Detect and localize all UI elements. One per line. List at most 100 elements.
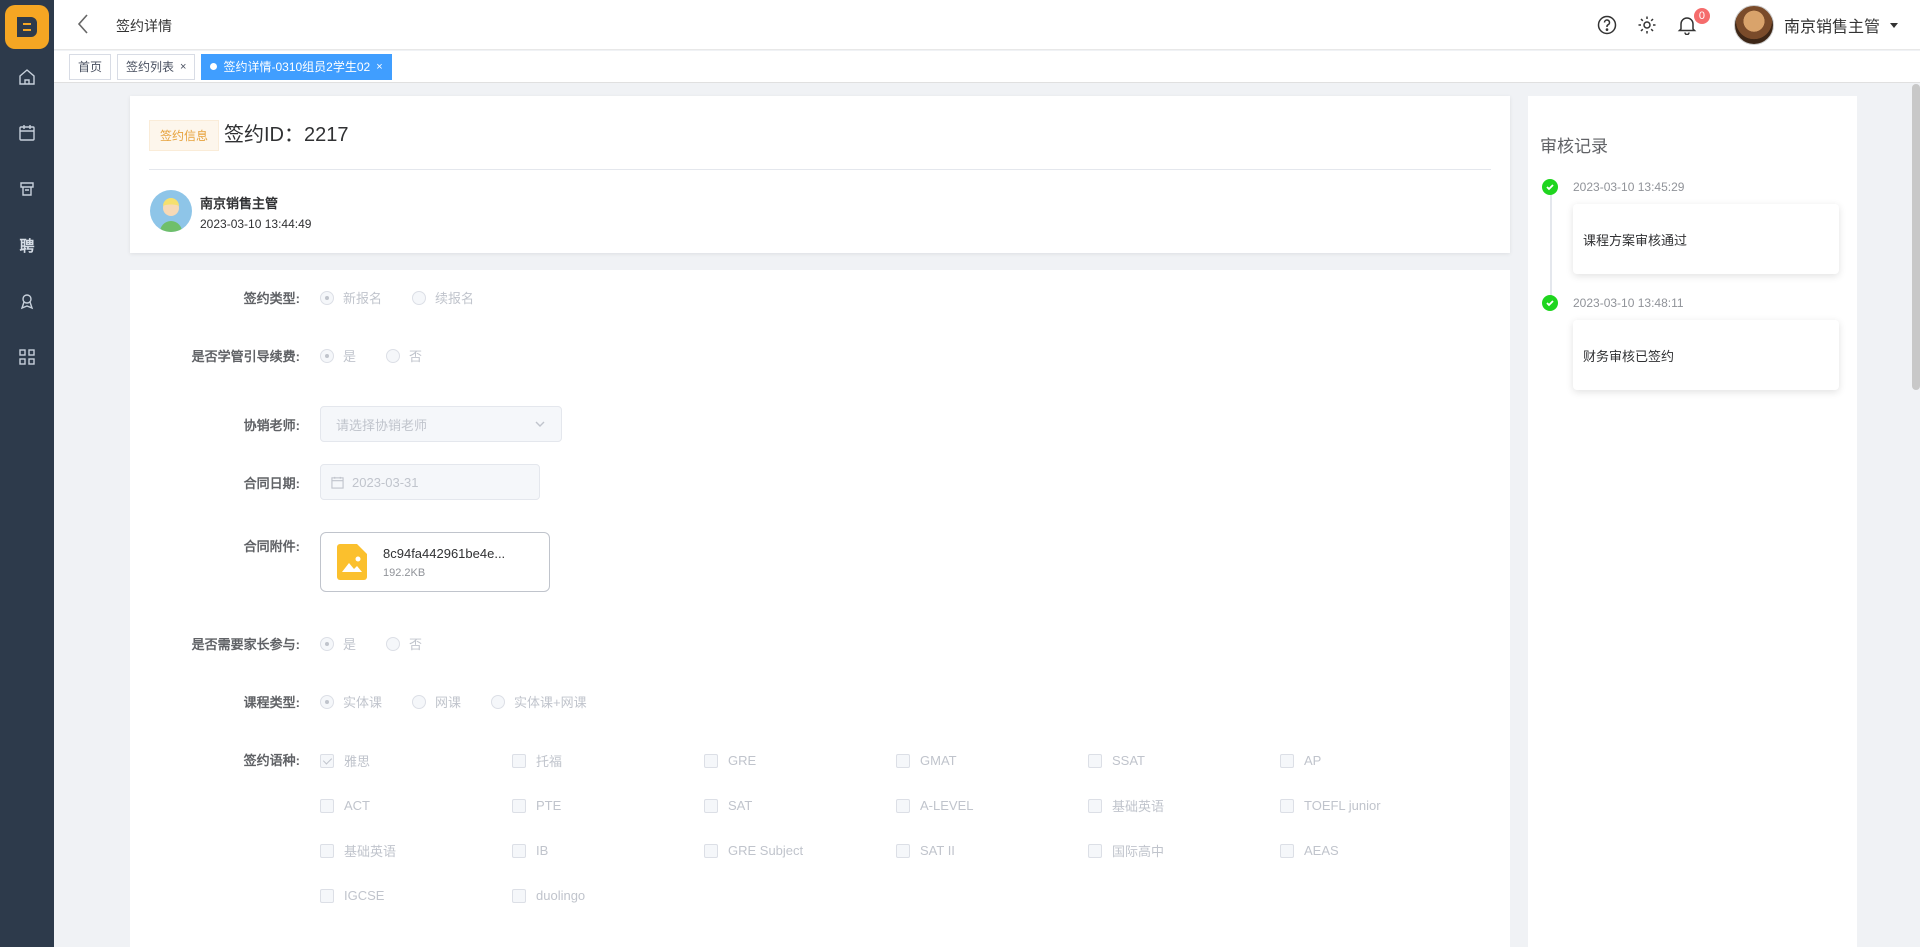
radio-hybrid[interactable]: 实体课+网课 [491,692,587,711]
app-logo[interactable] [5,5,49,49]
review-title: 审核记录 [1540,137,1608,156]
language-checkbox[interactable]: A-LEVEL [896,795,1088,816]
radio-label: 实体课 [343,695,383,710]
radio-circle [320,636,334,651]
checkbox-label: AEAS [1304,843,1339,858]
creator-name: 南京销售主管 [200,196,279,211]
contract-date-picker[interactable]: 2023-03-31 [320,464,540,500]
checkbox-label: 雅思 [344,754,371,769]
language-checkbox[interactable]: IGCSE [320,885,512,906]
date-value: 2023-03-31 [352,474,419,490]
field-label: 课程类型: [243,695,300,710]
checkbox-label: ACT [344,798,370,813]
settings-button[interactable] [1636,14,1658,36]
tab-sign-detail[interactable]: 签约详情-0310组员2学生02 × [201,53,392,80]
sidebar-item-apps[interactable] [0,329,54,385]
close-icon[interactable]: × [180,61,186,73]
language-checkbox[interactable]: SSAT [1088,750,1280,771]
select-placeholder: 请选择协销老师 [336,417,428,433]
checkbox-box [320,753,334,768]
language-checkbox-group: 雅思 托福 GRE GMAT SSAT AP ACT PTE SAT A-LEVEL 基础英语 TOE… [320,750,1472,906]
page-scrollbar[interactable] [1912,84,1920,390]
checkbox-box [1088,753,1102,768]
language-checkbox[interactable]: GMAT [896,750,1088,771]
radio-renewal[interactable]: 续报名 [412,288,474,307]
help-button[interactable] [1596,14,1618,36]
tab-sign-list[interactable]: 签约列表 × [117,53,196,80]
language-checkbox[interactable]: AP [1280,750,1472,771]
radio-label: 续报名 [435,291,475,306]
timeline-line [1550,190,1552,300]
radio-circle [412,694,427,709]
language-checkbox[interactable]: AEAS [1280,840,1472,861]
radio-yes[interactable]: 是 [320,346,356,365]
sidebar: 聘 [0,0,54,947]
notification-badge: 0 [1693,8,1710,24]
radio-yes[interactable]: 是 [320,634,356,653]
radio-new-signup[interactable]: 新报名 [320,288,382,307]
back-arrow-icon[interactable] [72,12,96,36]
checkbox-label: IGCSE [344,888,385,903]
language-checkbox[interactable]: 托福 [512,750,704,771]
checkbox-box [896,798,910,813]
language-checkbox[interactable]: TOEFL junior [1280,795,1472,816]
co-teacher-select[interactable]: 请选择协销老师 [320,406,562,442]
notification-button[interactable]: 0 [1676,8,1710,36]
radio-label: 实体课+网课 [514,695,587,710]
tab-label: 首页 [78,60,103,74]
check-circle-icon [1542,179,1558,195]
tab-home[interactable]: 首页 [69,53,112,80]
checkbox-box [896,753,910,768]
checkbox-box [512,798,526,813]
review-content: 课程方案审核通过 [1583,232,1688,248]
image-file-icon [337,544,367,580]
radio-label: 否 [409,349,423,364]
caret-down-icon [1890,22,1898,28]
calendar-icon [331,476,344,489]
radio-no[interactable]: 否 [386,346,422,365]
sidebar-item-home[interactable] [0,49,54,105]
checkbox-box [1280,798,1294,813]
field-label: 签约类型: [243,291,300,306]
language-checkbox[interactable]: SAT II [896,840,1088,861]
checkbox-label: 基础英语 [1112,799,1165,814]
file-name: 8c94fa442961be4e... [383,545,506,561]
language-checkbox[interactable]: 基础英语 [320,840,512,861]
sidebar-item-award[interactable] [0,273,54,329]
sidebar-item-recruit[interactable]: 聘 [0,217,54,273]
active-dot-icon [210,63,218,70]
review-card: 财务审核已签约 [1573,320,1839,390]
file-meta: 8c94fa442961be4e... 192.2KB [383,546,505,579]
attachment-file[interactable]: 8c94fa442961be4e... 192.2KB [320,532,550,592]
radio-offline[interactable]: 实体课 [320,692,382,711]
close-icon[interactable]: × [376,61,382,73]
user-menu[interactable]: 南京销售主管 [1733,5,1898,45]
checkbox-label: SAT [728,798,753,813]
language-checkbox[interactable]: duolingo [512,885,704,906]
top-bar: 签约详情 0 南京销售主管 [54,0,1920,50]
row-co-teacher: 协销老师: 请选择协销老师 [130,406,562,442]
checkbox-label: TOEFL junior [1304,798,1381,813]
sidebar-item-calendar[interactable] [0,105,54,161]
sidebar-item-course[interactable] [0,161,54,217]
sidebar-item-label: 聘 [19,237,35,255]
radio-label: 新报名 [343,291,383,306]
language-checkbox[interactable]: 国际高中 [1088,840,1280,861]
checkbox-box [320,798,334,813]
checkbox-box [320,843,334,858]
radio-no[interactable]: 否 [386,634,422,653]
tab-label: 签约详情-0310组员2学生02 [223,60,371,74]
review-time: 2023-03-10 13:48:11 [1573,296,1684,310]
language-checkbox[interactable]: GRE [704,750,896,771]
language-checkbox[interactable]: IB [512,840,704,861]
checkbox-label: GRE Subject [728,843,804,858]
tags-view: 首页 签约列表 × 签约详情-0310组员2学生02 × [54,51,1920,83]
field-label: 合同附件: [243,539,300,554]
language-checkbox[interactable]: ACT [320,795,512,816]
language-checkbox[interactable]: 雅思 [320,750,512,771]
language-checkbox[interactable]: 基础英语 [1088,795,1280,816]
language-checkbox[interactable]: GRE Subject [704,840,896,861]
radio-online[interactable]: 网课 [412,692,461,711]
language-checkbox[interactable]: SAT [704,795,896,816]
language-checkbox[interactable]: PTE [512,795,704,816]
